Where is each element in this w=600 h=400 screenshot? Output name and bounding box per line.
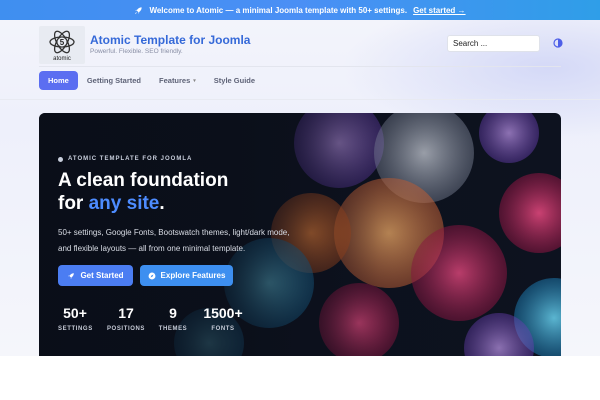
hero-subtext: 50+ settings, Google Fonts, Bootswatch t… bbox=[58, 225, 318, 257]
site-title[interactable]: Atomic Template for Joomla bbox=[90, 33, 250, 47]
headline-prefix: for bbox=[58, 193, 89, 214]
stat-positions: 17 POSITIONS bbox=[106, 305, 146, 332]
announcement-text: Welcome to Atomic — a minimal Joomla tem… bbox=[149, 5, 408, 15]
stat-value: 17 bbox=[118, 305, 134, 321]
stat-label: FONTS bbox=[211, 326, 235, 332]
announcement-bar: Welcome to Atomic — a minimal Joomla tem… bbox=[0, 0, 600, 20]
stat-settings: 50+ SETTINGS bbox=[58, 305, 92, 332]
header-divider bbox=[39, 66, 561, 67]
hero-banner: ATOMIC TEMPLATE FOR JOOMLA A clean found… bbox=[39, 113, 561, 356]
stat-themes: 9 THEMES bbox=[157, 305, 189, 332]
chevron-down-icon: ▾ bbox=[193, 77, 196, 84]
site-logo[interactable]: 5 atomic bbox=[39, 26, 85, 64]
search-input[interactable] bbox=[447, 35, 540, 52]
stat-value: 9 bbox=[169, 305, 177, 321]
explore-features-button[interactable]: Explore Features bbox=[140, 265, 233, 286]
main-nav: Home Getting Started Features ▾ Style Gu… bbox=[39, 71, 264, 90]
nav-item-features[interactable]: Features ▾ bbox=[150, 71, 205, 90]
hero-subtext-line-2: and flexible layouts — all from one mini… bbox=[58, 244, 246, 253]
stat-label: POSITIONS bbox=[106, 326, 146, 332]
half-moon-contrast-icon[interactable] bbox=[553, 38, 563, 48]
dot-icon bbox=[58, 156, 63, 162]
hero-eyebrow-text: ATOMIC TEMPLATE FOR JOOMLA bbox=[68, 156, 193, 162]
rocket-icon bbox=[135, 6, 143, 14]
stat-value: 50+ bbox=[63, 305, 87, 321]
hero-subtext-line-1: 50+ settings, Google Fonts, Bootswatch t… bbox=[58, 228, 290, 237]
compass-icon bbox=[148, 272, 155, 279]
get-started-button[interactable]: Get Started bbox=[58, 265, 133, 286]
hero-headline: A clean foundation for any site. bbox=[58, 169, 228, 215]
headline-accent: any site bbox=[88, 193, 160, 214]
stat-label: THEMES bbox=[158, 326, 188, 332]
headline-line-1: A clean foundation bbox=[58, 170, 229, 191]
nav-item-features-label: Features bbox=[159, 76, 191, 85]
nav-divider bbox=[0, 99, 600, 100]
nav-item-getting-started[interactable]: Getting Started bbox=[78, 71, 150, 90]
rocket-icon bbox=[68, 272, 75, 279]
stat-label: SETTINGS bbox=[58, 326, 93, 332]
logo-number: 5 bbox=[60, 38, 65, 47]
hero-eyebrow: ATOMIC TEMPLATE FOR JOOMLA bbox=[58, 156, 192, 162]
nav-item-style-guide[interactable]: Style Guide bbox=[205, 71, 264, 90]
get-started-link[interactable]: Get started → bbox=[413, 6, 465, 15]
nav-item-home[interactable]: Home bbox=[39, 71, 78, 90]
logo-wordmark: atomic bbox=[53, 56, 71, 62]
get-started-label: Get Started bbox=[80, 271, 124, 280]
site-tagline: Powerful. Flexible. SEO friendly. bbox=[90, 48, 183, 55]
atom-logo-icon: 5 atomic bbox=[49, 30, 75, 62]
stat-fonts: 1500+ FONTS bbox=[200, 305, 246, 332]
headline-suffix: . bbox=[159, 193, 165, 214]
stat-value: 1500+ bbox=[203, 305, 243, 321]
explore-features-label: Explore Features bbox=[160, 271, 226, 280]
